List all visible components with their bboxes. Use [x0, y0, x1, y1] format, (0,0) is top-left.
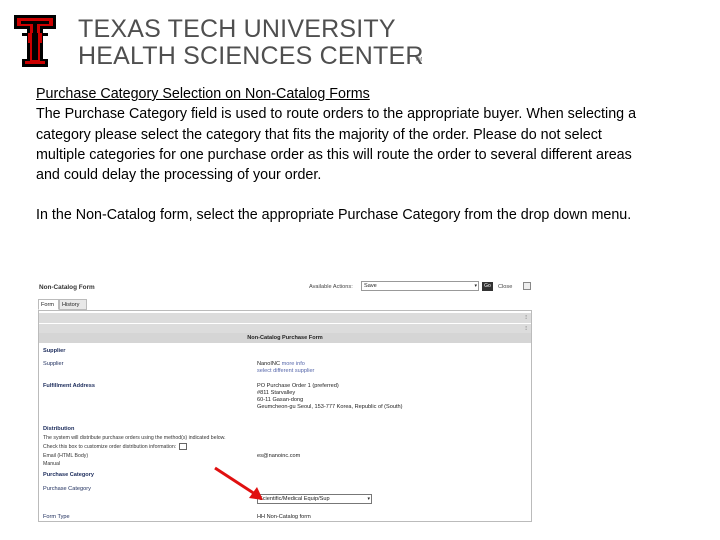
close-link[interactable]: Close	[498, 284, 512, 290]
form-title: Non-Catalog Form	[39, 284, 95, 291]
chevron-down-icon: ▾	[367, 496, 370, 502]
panel-toolbar: ⁝	[39, 313, 531, 323]
email-label: Email (HTML Body)	[43, 453, 89, 459]
chevron-down-icon: ▾	[474, 283, 477, 289]
form-type-label: Form Type	[43, 514, 70, 520]
form-type-value: HH Non-Catalog form	[257, 514, 311, 520]
address-line-4: Geumcheon-gu Seoul, 153-777 Korea, Repub…	[257, 404, 403, 410]
non-catalog-form-screenshot: Non-Catalog Form Available Actions: Save…	[36, 280, 534, 522]
red-arrow-icon	[214, 466, 263, 500]
address-line-2: #811 Starvalley	[257, 390, 296, 396]
document-heading: Purchase Category Selection on Non-Catal…	[36, 86, 370, 102]
go-button[interactable]: Go	[482, 282, 493, 291]
more-options-icon[interactable]: ⁝	[525, 314, 527, 321]
print-icon[interactable]	[523, 282, 531, 290]
email-value: es@nanoinc.com	[257, 453, 301, 459]
distribution-checkbox-text: Check this box to customize order distri…	[43, 443, 177, 450]
distribution-checkbox-row: Check this box to customize order distri…	[43, 443, 187, 450]
tab-form[interactable]: Form	[38, 299, 59, 310]
purchase-category-label: Purchase Category	[43, 486, 91, 492]
purchase-category-section-heading: Purchase Category	[43, 472, 94, 478]
select-different-supplier-link[interactable]: select different supplier	[257, 368, 314, 374]
address-line-3: 60-11 Gasan-dong	[257, 397, 304, 403]
more-options-icon[interactable]: ⁝	[525, 325, 527, 332]
instruction-text: Purchase Category Selection on Non-Catal…	[36, 84, 636, 226]
form-header: Non-Catalog Purchase Form	[39, 333, 531, 343]
university-name-line1: TEXAS TECH UNIVERSITY	[78, 15, 396, 43]
instruction-paragraph-2: In the Non-Catalog form, select the appr…	[36, 207, 632, 224]
supplier-value: NanoINC more info	[257, 361, 305, 367]
supplier-more-info-link[interactable]: more info	[282, 361, 305, 367]
supplier-name: NanoINC	[257, 361, 281, 367]
trademark-mark: TM	[415, 57, 423, 63]
customize-distribution-checkbox[interactable]	[178, 443, 187, 450]
tab-history[interactable]: History	[59, 299, 87, 310]
manual-label: Manual	[43, 461, 61, 467]
available-actions-value: Save	[364, 283, 377, 289]
university-name-line2: HEALTH SCIENCES CENTER	[78, 42, 424, 70]
distribution-section-heading: Distribution	[43, 426, 75, 432]
instruction-paragraph-1: The Purchase Category field is used to r…	[36, 106, 637, 184]
form-toolbar: Non-Catalog Form Available Actions: Save…	[36, 280, 534, 297]
address-line-1: PO Purchase Order 1 (preferred)	[257, 383, 339, 389]
purchase-category-select[interactable]: Scientific/Medical Equip/Sup ▾	[257, 494, 372, 504]
supplier-section-heading: Supplier	[43, 348, 66, 354]
supplier-label: Supplier	[43, 361, 64, 367]
ttu-double-t-logo	[14, 15, 56, 67]
distribution-note: The system will distribute purchase orde…	[43, 435, 226, 441]
fulfillment-address-label: Fulfillment Address	[43, 383, 96, 389]
form-panel: ⁝ ⁝ Non-Catalog Purchase Form Supplier S…	[38, 310, 532, 522]
available-actions-label: Available Actions:	[309, 284, 353, 290]
available-actions-select[interactable]: Save ▾	[361, 281, 479, 291]
